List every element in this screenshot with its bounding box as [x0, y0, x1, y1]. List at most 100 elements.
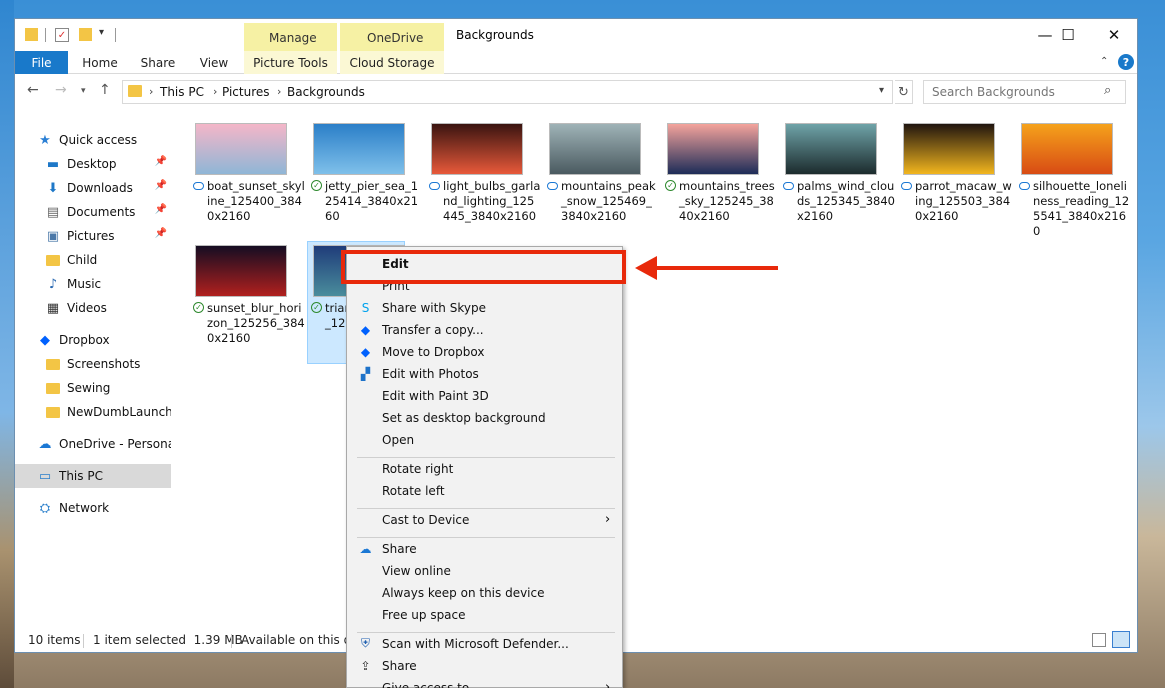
divider: [83, 634, 84, 648]
file-item[interactable]: parrot_macaw_wing_125503_3840x2160: [901, 123, 1017, 241]
sidebar-item-label: Dropbox: [59, 333, 110, 347]
file-item[interactable]: light_bulbs_garland_lighting_125445_3840…: [429, 123, 545, 241]
sidebar-item-this-pc[interactable]: ▭ This PC: [37, 464, 171, 488]
sidebar-item-desktop[interactable]: ▬ Desktop 📌: [45, 152, 171, 176]
cloud-status-icon: [901, 182, 912, 190]
new-folder-icon[interactable]: [79, 28, 92, 41]
breadcrumb-pictures[interactable]: Pictures: [222, 85, 270, 99]
tab-file[interactable]: File: [15, 51, 68, 74]
menu-item-cast-to-device[interactable]: Cast to Device: [382, 513, 469, 527]
share-icon: ⇪: [360, 658, 371, 673]
pin-icon[interactable]: 📌: [155, 156, 167, 167]
tab-home[interactable]: Home: [75, 51, 125, 74]
file-item[interactable]: ✓ mountains_trees_sky_125245_3840x2160: [665, 123, 781, 241]
pin-icon[interactable]: 📌: [155, 204, 167, 215]
breadcrumb-this-pc[interactable]: This PC: [160, 85, 204, 99]
forward-arrow-icon[interactable]: →: [55, 82, 67, 98]
sidebar-item-pictures[interactable]: ▣ Pictures 📌: [45, 224, 171, 248]
sidebar-item-screenshots[interactable]: Screenshots: [45, 352, 171, 376]
menu-item-rotate-left[interactable]: Rotate left: [382, 484, 445, 498]
window-title: Backgrounds: [456, 28, 534, 42]
collapse-ribbon-icon[interactable]: ⌃: [1100, 56, 1108, 67]
file-name: ✓ jetty_pier_sea_125414_3840x2160: [311, 179, 423, 224]
menu-item-share[interactable]: Share: [382, 542, 417, 556]
pin-icon[interactable]: 📌: [155, 228, 167, 239]
menu-item-transfer-a-copy[interactable]: Transfer a copy...: [382, 323, 484, 337]
recent-locations-icon[interactable]: ▾: [81, 86, 86, 96]
sidebar-item-downloads[interactable]: ⬇ Downloads 📌: [45, 176, 171, 200]
ribbon-group-onedrive-label: OneDrive: [367, 31, 424, 45]
file-name-text: silhouette_loneliness_reading_125541_384…: [1033, 179, 1130, 238]
menu-item-set-as-desktop-background[interactable]: Set as desktop background: [382, 411, 546, 425]
menu-item-move-to-dropbox[interactable]: Move to Dropbox: [382, 345, 484, 359]
file-item[interactable]: ✓ jetty_pier_sea_125414_3840x2160: [311, 123, 427, 241]
sidebar-item-label: This PC: [59, 469, 103, 483]
tab-picture-tools[interactable]: Picture Tools: [244, 51, 337, 74]
sidebar-item-label: OneDrive - Personal: [59, 437, 171, 451]
sidebar-item-dropbox[interactable]: ◆ Dropbox: [37, 328, 171, 352]
status-selection: 1 item selected 1.39 MB: [93, 633, 243, 647]
sidebar-item-newdumblaunche[interactable]: NewDumbLaunche: [45, 400, 171, 424]
menu-separator: [357, 632, 615, 633]
file-name: palms_wind_clouds_125345_3840x2160: [783, 179, 895, 224]
file-name-text: mountains_trees_sky_125245_3840x2160: [679, 179, 775, 223]
synced-status-icon: ✓: [311, 180, 322, 191]
menu-item-scan-with-microsoft-defender[interactable]: Scan with Microsoft Defender...: [382, 637, 569, 651]
menu-item-edit-with-photos[interactable]: Edit with Photos: [382, 367, 479, 381]
file-item[interactable]: palms_wind_clouds_125345_3840x2160: [783, 123, 899, 241]
menu-item-always-keep-on-this-device[interactable]: Always keep on this device: [382, 586, 545, 600]
cloud-status-icon: [783, 182, 794, 190]
sidebar-item-onedrive-personal[interactable]: ☁ OneDrive - Personal: [37, 432, 172, 456]
chevron-right-icon[interactable]: ›: [277, 85, 281, 98]
sidebar-item-documents[interactable]: ▤ Documents 📌: [45, 200, 171, 224]
desktop-wallpaper: [0, 0, 14, 688]
breadcrumb-backgrounds[interactable]: Backgrounds: [287, 85, 365, 99]
sidebar-item-sewing[interactable]: Sewing: [45, 376, 171, 400]
file-name: parrot_macaw_wing_125503_3840x2160: [901, 179, 1013, 224]
chevron-right-icon[interactable]: ›: [149, 85, 153, 98]
file-name: boat_sunset_skyline_125400_3840x2160: [193, 179, 305, 224]
sidebar-item-quick-access[interactable]: ★ Quick access: [37, 128, 171, 152]
chevron-right-icon[interactable]: ›: [213, 85, 217, 98]
folder-icon: [25, 28, 38, 41]
menu-item-share-with-skype[interactable]: Share with Skype: [382, 301, 486, 315]
pin-icon[interactable]: 📌: [155, 180, 167, 191]
file-item[interactable]: boat_sunset_skyline_125400_3840x2160: [193, 123, 309, 241]
large-icons-view-icon[interactable]: [1112, 631, 1130, 648]
menu-item-free-up-space[interactable]: Free up space: [382, 608, 466, 622]
menu-item-view-online[interactable]: View online: [382, 564, 451, 578]
sidebar-item-label: Child: [67, 253, 98, 267]
menu-item-edit-with-paint-3d[interactable]: Edit with Paint 3D: [382, 389, 489, 403]
menu-item-rotate-right[interactable]: Rotate right: [382, 462, 453, 476]
menu-item-give-access-to[interactable]: Give access to: [382, 681, 469, 688]
defender-icon: ⛨: [360, 636, 370, 650]
refresh-icon[interactable]: ↻: [895, 80, 913, 104]
close-button[interactable]: ✕: [1091, 19, 1137, 50]
back-arrow-icon[interactable]: ←: [27, 82, 39, 98]
sidebar-item-videos[interactable]: ▦ Videos: [45, 296, 171, 320]
search-icon[interactable]: ⌕: [1104, 83, 1111, 98]
tab-cloud-storage[interactable]: Cloud Storage: [340, 51, 444, 74]
menu-item-share[interactable]: Share: [382, 659, 417, 673]
customize-toolbar-icon[interactable]: ▾: [99, 27, 104, 38]
file-item[interactable]: ✓ sunset_blur_horizon_125256_3840x2160: [193, 245, 309, 363]
file-item[interactable]: mountains_peak_snow_125469_3840x2160: [547, 123, 663, 241]
file-item[interactable]: silhouette_loneliness_reading_125541_384…: [1019, 123, 1135, 241]
sidebar-item-music[interactable]: ♪ Music: [45, 272, 171, 296]
tab-share[interactable]: Share: [133, 51, 183, 74]
menu-item-open[interactable]: Open: [382, 433, 414, 447]
tab-view[interactable]: View: [191, 51, 237, 74]
details-view-icon[interactable]: [1092, 633, 1106, 647]
sidebar-item-network[interactable]: ⛭ Network: [37, 496, 171, 520]
up-arrow-icon[interactable]: ↑: [99, 82, 111, 98]
search-input[interactable]: [923, 80, 1126, 104]
properties-icon[interactable]: ✓: [55, 28, 69, 42]
help-icon[interactable]: ?: [1118, 54, 1134, 70]
cloud-status-icon: [1019, 182, 1030, 190]
maximize-button[interactable]: ☐: [1045, 19, 1091, 50]
file-thumbnail: [667, 123, 759, 175]
address-dropdown-icon[interactable]: ▾: [879, 85, 884, 96]
file-thumbnail: [903, 123, 995, 175]
dropbox-icon: ◆: [360, 322, 371, 337]
sidebar-item-child[interactable]: Child: [45, 248, 171, 272]
